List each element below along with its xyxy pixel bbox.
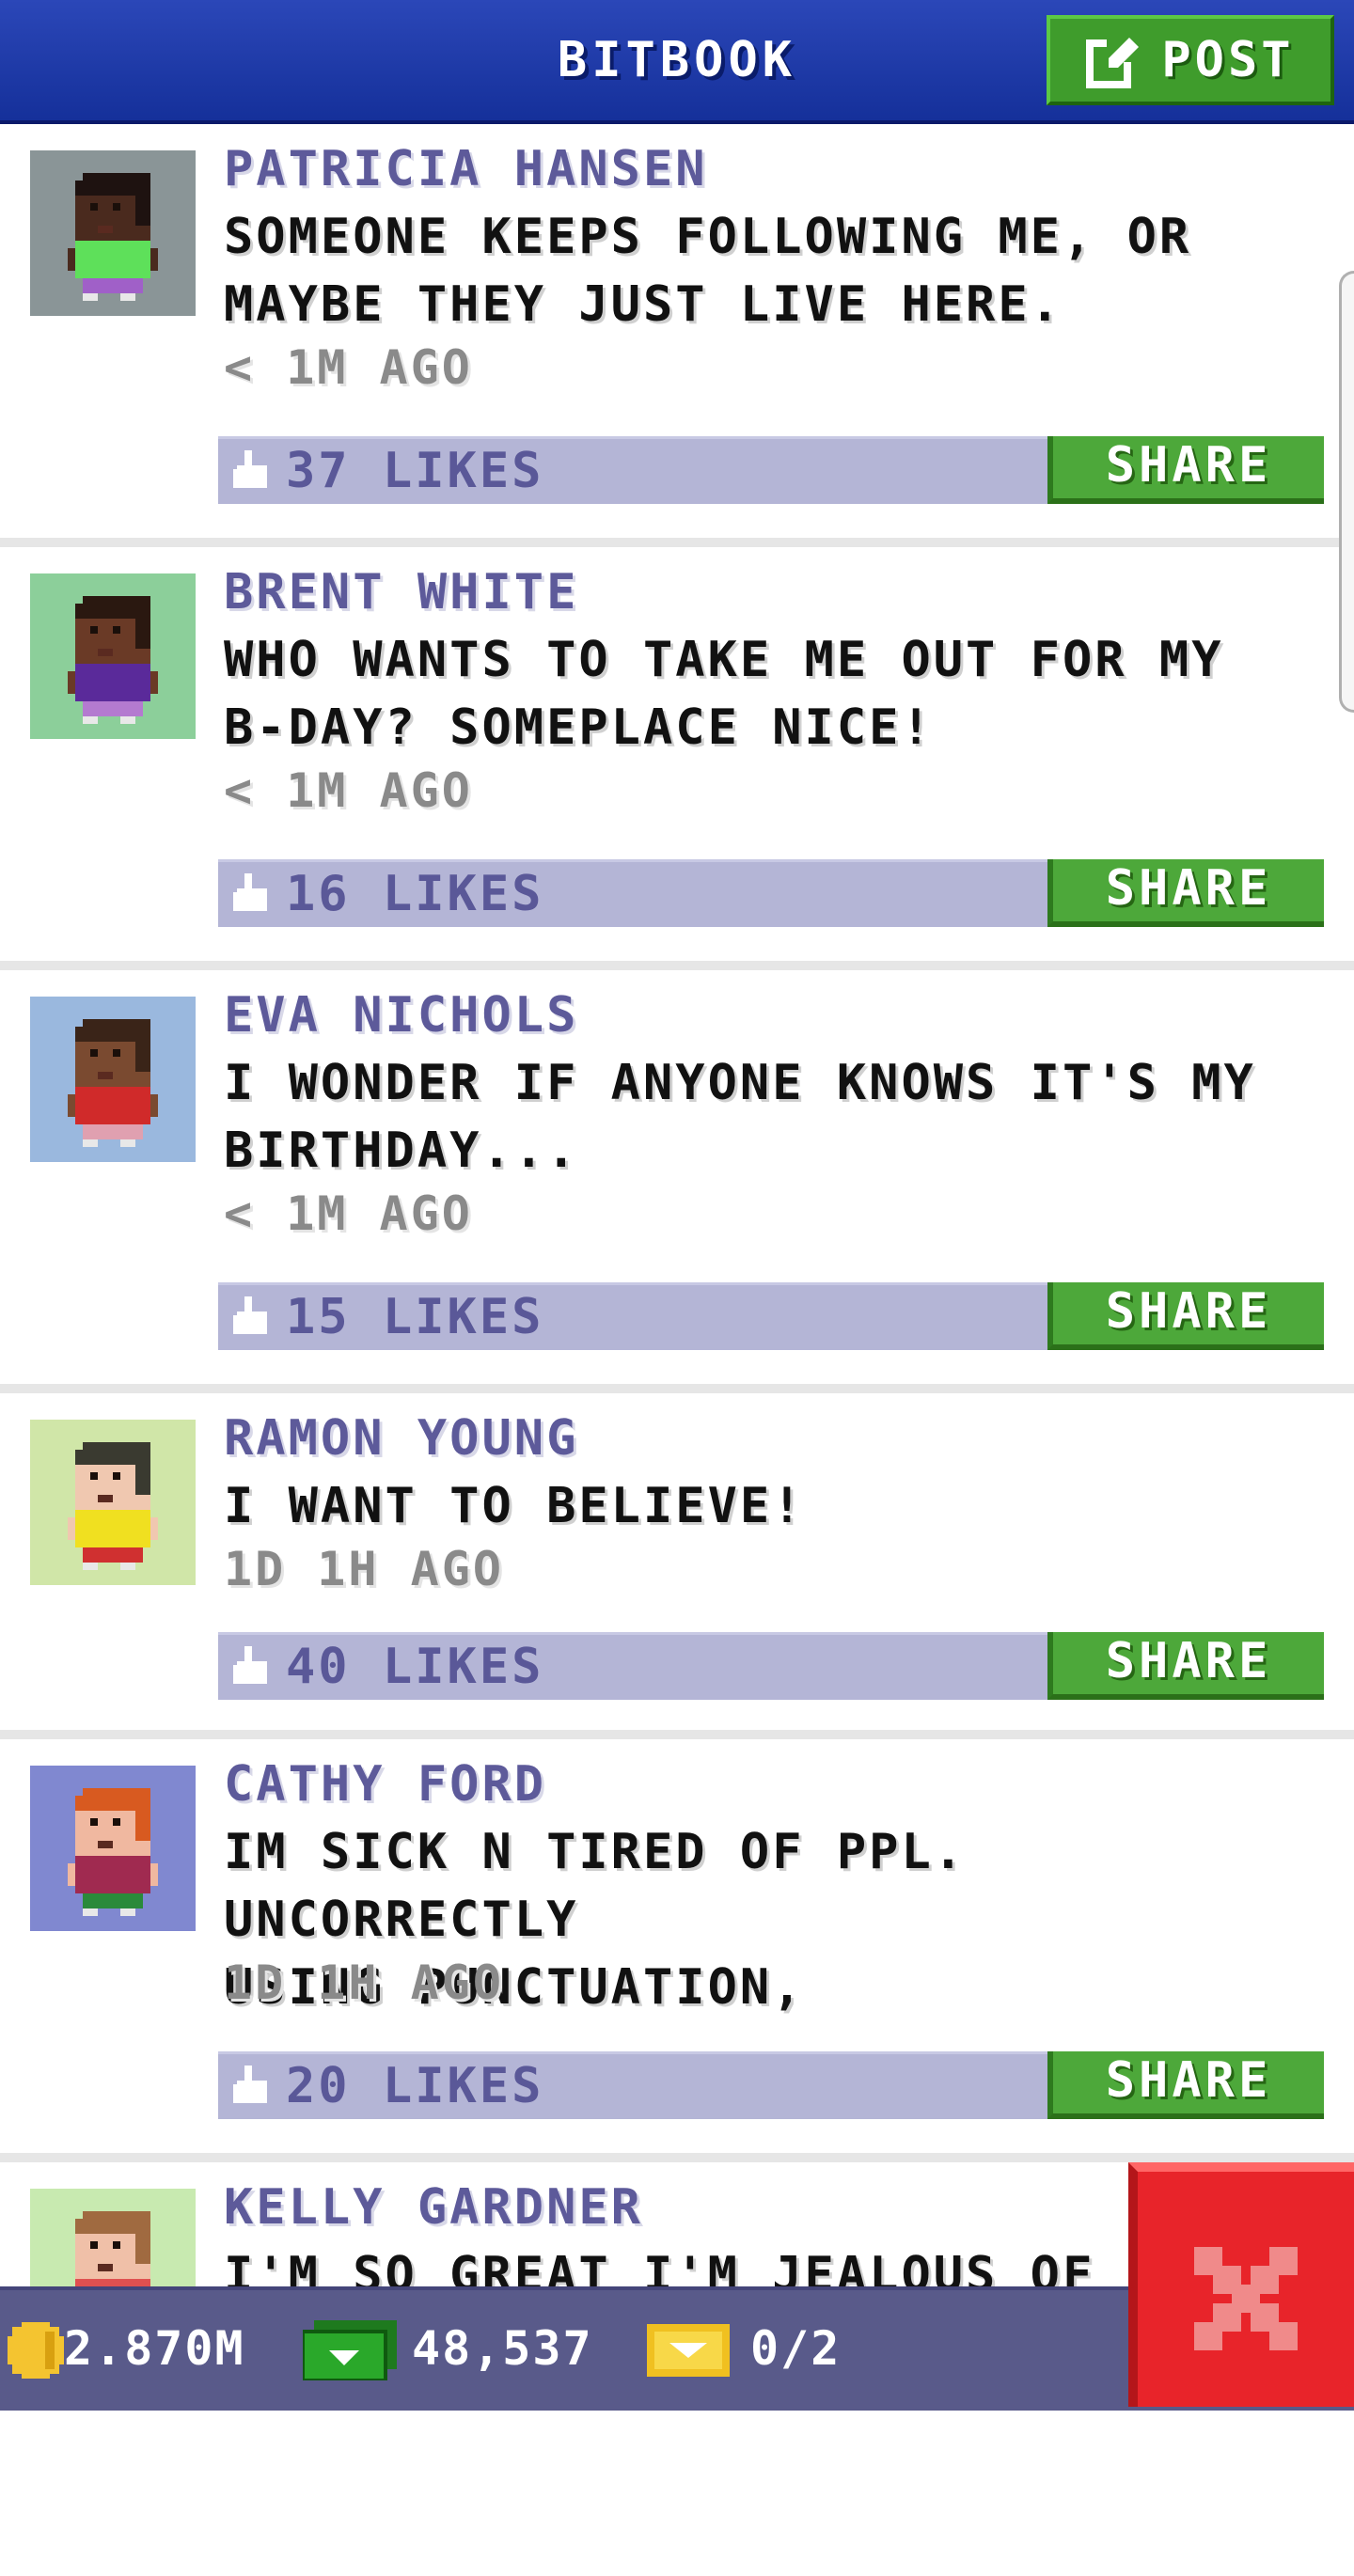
- like-bar[interactable]: 37 LIKES SHARE: [218, 436, 1324, 504]
- post-author-name[interactable]: BRENT WHITE: [224, 564, 578, 620]
- scrollbar[interactable]: [1339, 271, 1354, 713]
- post-message: WHO WANTS TO TAKE ME OUT FOR MY B-DAY? S…: [224, 632, 1224, 756]
- like-bar[interactable]: 40 LIKES SHARE: [218, 1632, 1324, 1700]
- coins-value: 2.870M: [64, 2321, 245, 2376]
- share-button[interactable]: SHARE: [1047, 2051, 1324, 2119]
- post-timestamp: 1D 1H AGO: [224, 1956, 504, 2010]
- like-bar[interactable]: 15 LIKES SHARE: [218, 1282, 1324, 1350]
- avatar[interactable]: [30, 573, 196, 739]
- post-button[interactable]: POST: [1047, 15, 1334, 105]
- post-timestamp: < 1M AGO: [224, 1186, 473, 1241]
- likes-count: 37 LIKES: [286, 443, 544, 499]
- likes-count: 20 LIKES: [286, 2058, 544, 2114]
- feed-post: BRENT WHITE WHO WANTS TO TAKE ME OUT FOR…: [0, 547, 1354, 970]
- post-author-name[interactable]: KELLY GARDNER: [224, 2179, 643, 2236]
- share-button[interactable]: SHARE: [1047, 1632, 1324, 1700]
- bux-icon: [303, 2320, 397, 2380]
- feed-post: RAMON YOUNG I WANT TO BELIEVE! 1D 1H AGO…: [0, 1393, 1354, 1739]
- avatar-portrait: [30, 1420, 196, 1585]
- thumbs-up-icon: [233, 450, 267, 488]
- tickets-value: 0/2: [750, 2321, 842, 2376]
- share-button[interactable]: SHARE: [1047, 859, 1324, 927]
- post-timestamp: < 1M AGO: [224, 763, 473, 818]
- feed-post: PATRICIA HANSEN SOMEONE KEEPS FOLLOWING …: [0, 124, 1354, 547]
- app-header: BITBOOK POST: [0, 0, 1354, 124]
- compose-icon: [1086, 34, 1141, 88]
- post-message: I WANT TO BELIEVE!: [224, 1478, 805, 1534]
- likes-count: 40 LIKES: [286, 1639, 544, 1695]
- avatar-portrait: [30, 150, 196, 316]
- post-timestamp: < 1M AGO: [224, 340, 473, 395]
- share-button[interactable]: SHARE: [1047, 436, 1324, 504]
- post-message: SOMEONE KEEPS FOLLOWING ME, OR MAYBE THE…: [224, 209, 1192, 333]
- avatar[interactable]: [30, 1420, 196, 1585]
- avatar[interactable]: [30, 997, 196, 1162]
- feed-post: EVA NICHOLS I WONDER IF ANYONE KNOWS IT'…: [0, 970, 1354, 1393]
- avatar[interactable]: [30, 150, 196, 316]
- avatar-portrait: [30, 997, 196, 1162]
- avatar[interactable]: [30, 1766, 196, 1931]
- thumbs-up-icon: [233, 873, 267, 911]
- avatar-portrait: [30, 1766, 196, 1931]
- like-bar[interactable]: 16 LIKES SHARE: [218, 859, 1324, 927]
- close-button[interactable]: [1128, 2162, 1354, 2407]
- post-message: I WONDER IF ANYONE KNOWS IT'S MY BIRTHDA…: [224, 1055, 1256, 1179]
- coin-icon: [8, 2322, 64, 2379]
- share-button[interactable]: SHARE: [1047, 1282, 1324, 1350]
- post-author-name[interactable]: CATHY FORD: [224, 1756, 546, 1813]
- close-icon: [1194, 2247, 1298, 2350]
- feed-post: CATHY FORD IM SICK N TIRED OF PPL. UNCOR…: [0, 1739, 1354, 2162]
- thumbs-up-icon: [233, 1646, 267, 1684]
- post-author-name[interactable]: PATRICIA HANSEN: [224, 141, 708, 197]
- post-button-label: POST: [1161, 32, 1295, 88]
- likes-count: 15 LIKES: [286, 1289, 544, 1345]
- thumbs-up-icon: [233, 1296, 267, 1334]
- bux-value: 48,537: [412, 2321, 593, 2376]
- avatar-portrait: [30, 573, 196, 739]
- thumbs-up-icon: [233, 2066, 267, 2103]
- post-timestamp: 1D 1H AGO: [224, 1542, 504, 1596]
- like-bar[interactable]: 20 LIKES SHARE: [218, 2051, 1324, 2119]
- post-author-name[interactable]: EVA NICHOLS: [224, 987, 578, 1044]
- post-author-name[interactable]: RAMON YOUNG: [224, 1410, 578, 1467]
- ticket-icon: [647, 2324, 730, 2377]
- likes-count: 16 LIKES: [286, 866, 544, 922]
